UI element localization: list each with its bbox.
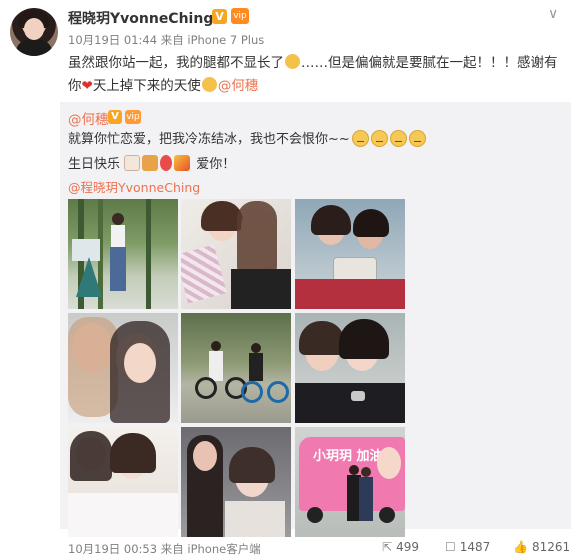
heart-icon: ❤	[81, 78, 93, 94]
comment-button[interactable]: ☐ 1487	[445, 540, 490, 554]
party-popper-icon	[174, 155, 191, 171]
share-icon: ⇱	[382, 540, 393, 554]
post-text-line2-pre: 你	[68, 78, 82, 94]
post-text-line2-mid: 天上掉下来的天使	[92, 78, 201, 94]
avatar[interactable]	[10, 8, 58, 56]
post-text-line1b: ……但是偏偏就是要腻在一起！！！感谢有	[301, 55, 558, 71]
post-mention-link[interactable]: @何穗	[218, 78, 259, 94]
comment-count: 1487	[459, 540, 491, 554]
vip-badge-icon: vip	[231, 8, 249, 24]
post-header: 程晓玥YvonneChing V vip ∨ 10月19日 01:44 来自 i…	[0, 0, 571, 100]
repost-love-text: 爱你！	[196, 157, 236, 172]
repost-meta: 10月19日 00:53 来自 iPhone客户端	[68, 541, 261, 557]
repost-text-line1: 就算你忙恋爱，把我冷冻结冰，我也不会恨你~~	[68, 128, 426, 147]
repost-text: 就算你忙恋爱，把我冷冻结冰，我也不会恨你~~	[68, 132, 350, 147]
post-source: 来自 iPhone 7 Plus	[160, 33, 265, 47]
post-timestamp[interactable]: 10月19日 01:44	[68, 33, 157, 47]
repost-verified-icon: V	[108, 110, 122, 124]
photo-bamboo-forest[interactable]	[68, 199, 178, 309]
post-footer: 10月19日 00:53 来自 iPhone客户端 ⇱ 499 ☐ 1487 👍 81…	[0, 533, 571, 559]
smile-emoji-icon	[408, 130, 426, 147]
gift-icon	[142, 155, 159, 171]
post-meta: 10月19日 01:44 来自 iPhone 7 Plus	[68, 32, 264, 48]
verified-badge-icon: V	[212, 9, 227, 24]
repost-vip-icon: vip	[125, 110, 141, 124]
balloon-icon	[160, 155, 173, 171]
share-count: 499	[396, 540, 419, 554]
photo-closeup-selfie[interactable]	[68, 313, 178, 423]
smile-emoji-icon	[370, 130, 388, 147]
repost-mention-link[interactable]: @程晓玥YvonneChing	[68, 177, 200, 196]
photo-hug-selfie[interactable]	[295, 313, 405, 423]
smile-emoji-icon	[351, 130, 369, 147]
author-name[interactable]: 程晓玥YvonneChing	[68, 8, 213, 28]
more-chevron-icon[interactable]: ∨	[548, 6, 558, 22]
share-button[interactable]: ⇱ 499	[382, 540, 419, 554]
photo-pink-van[interactable]: 小玥玥 加油	[295, 427, 405, 537]
van-banner-text: 小玥玥 加油	[313, 449, 383, 464]
smile-emoji-icon	[389, 130, 407, 147]
cake-icon	[124, 155, 141, 171]
emoji-icon	[285, 54, 300, 69]
repost-text-line2: 生日快乐 爱你！	[68, 153, 235, 172]
photo-bicycles[interactable]	[181, 313, 291, 423]
repost-timestamp[interactable]: 10月19日 00:53	[68, 542, 157, 556]
photo-phone-selfie[interactable]	[295, 199, 405, 309]
repost-author[interactable]: @何穗	[68, 108, 109, 128]
angel-emoji-icon	[201, 77, 217, 92]
comment-icon: ☐	[445, 540, 456, 554]
thumbs-up-icon: 👍	[513, 540, 528, 554]
post-text: 虽然跟你站一起，我的腿都不显长了 ……但是偏偏就是要腻在一起！！！感谢有 你❤天上…	[68, 52, 558, 98]
repost-birthday-text: 生日快乐	[68, 157, 121, 172]
photo-bedroom[interactable]	[68, 427, 178, 537]
post-text-line1: 虽然跟你站一起，我的腿都不显长了	[68, 55, 284, 71]
like-button[interactable]: 👍 81261	[513, 540, 570, 554]
repost-source: 来自 iPhone客户端	[160, 542, 261, 556]
photo-makeup[interactable]	[181, 427, 291, 537]
like-count: 81261	[531, 540, 571, 554]
photo-selfie-cash[interactable]	[181, 199, 291, 309]
